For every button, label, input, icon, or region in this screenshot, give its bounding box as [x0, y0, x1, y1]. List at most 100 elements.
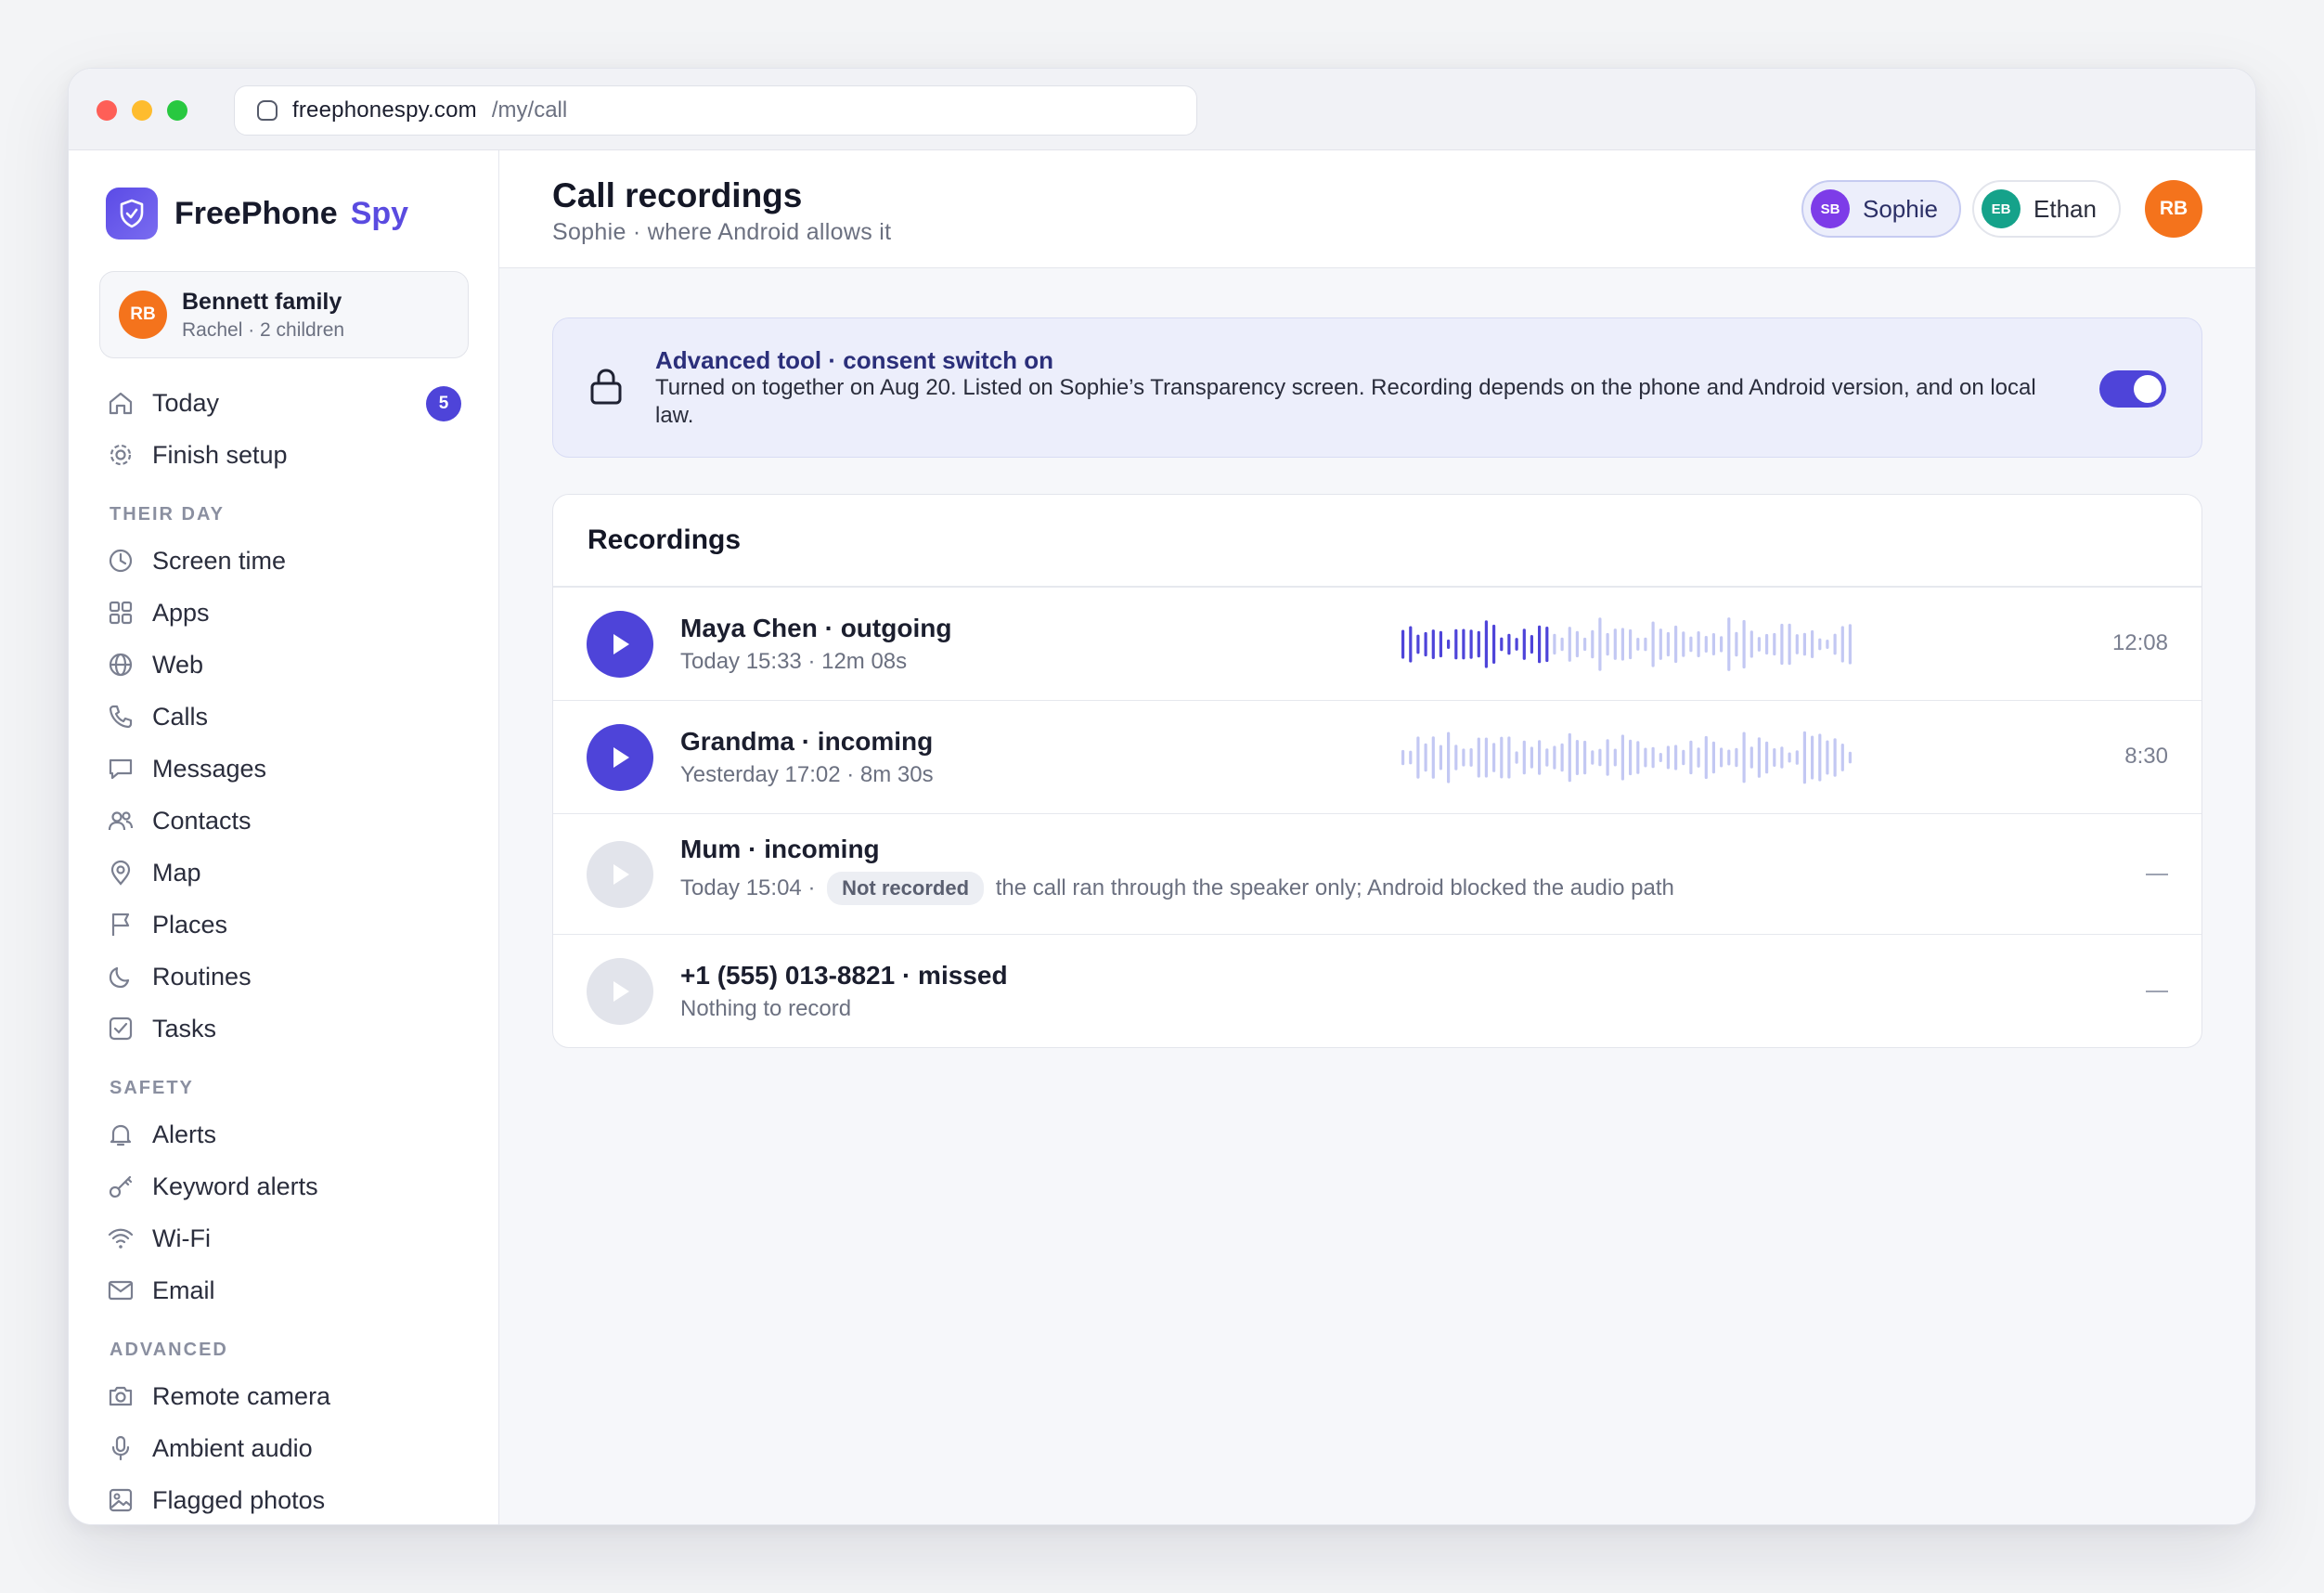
sidebar-item-places[interactable]: Places	[106, 899, 461, 951]
not-recorded-badge: Not recorded	[827, 872, 985, 905]
phone-icon	[106, 702, 136, 732]
sidebar-item-wi-fi[interactable]: Wi-Fi	[106, 1212, 461, 1264]
recording-time: Today 15:04 ·	[680, 875, 816, 900]
waveform-bar	[1591, 629, 1595, 659]
play-button[interactable]	[587, 611, 653, 678]
recording-row[interactable]: Maya Chen · outgoing Today 15:33 · 12m 0…	[553, 588, 2201, 701]
sidebar-item-flagged-photos[interactable]: Flagged photos	[106, 1474, 461, 1524]
sidebar-item-screen-time[interactable]: Screen time	[106, 535, 461, 587]
wifi-icon	[106, 1224, 136, 1253]
address-bar[interactable]: freephonespy.com /my/call	[234, 85, 1197, 136]
sidebar-item-web[interactable]: Web	[106, 639, 461, 691]
waveform-bar	[1545, 627, 1549, 663]
toggle-knob	[2134, 375, 2162, 403]
close-window-button[interactable]	[97, 100, 117, 121]
waveform-bar	[1765, 633, 1769, 655]
globe-icon	[106, 650, 136, 680]
sidebar-item-finish-setup[interactable]: Finish setup	[106, 429, 461, 481]
waveform-bar	[1788, 623, 1791, 666]
waveform-bar	[1749, 746, 1753, 769]
waveform-bar	[1477, 630, 1480, 658]
play-button-disabled	[587, 958, 653, 1025]
play-button[interactable]	[587, 724, 653, 791]
waveform-bar	[1553, 745, 1556, 770]
waveform-bar	[1522, 740, 1526, 775]
waveform-bar	[1568, 627, 1571, 662]
key-icon	[106, 1172, 136, 1201]
sidebar-item-tasks[interactable]: Tasks	[106, 1003, 461, 1055]
waveform-bar	[1545, 748, 1549, 767]
nav-section-heading: THEIR DAY	[110, 504, 225, 525]
recording-title: Grandma · incoming	[680, 727, 934, 756]
waveform-bar	[1636, 638, 1640, 651]
sidebar-item-label: Web	[152, 650, 204, 679]
sidebar-item-contacts[interactable]: Contacts	[106, 795, 461, 847]
sidebar-item-email[interactable]: Email	[106, 1264, 461, 1316]
sidebar-item-map[interactable]: Map	[106, 847, 461, 899]
brand[interactable]: FreePhone Spy	[106, 188, 408, 240]
waveform-bar	[1651, 621, 1655, 667]
maximize-window-button[interactable]	[167, 100, 187, 121]
url-domain: freephonespy.com	[292, 97, 477, 123]
waveform-bar	[1720, 747, 1724, 768]
recording-meta: Nothing to record	[680, 996, 852, 1021]
notification-count-badge: 5	[426, 386, 461, 421]
waveform-bar	[1462, 628, 1465, 660]
waveform-bar	[1697, 747, 1700, 768]
family-switcher[interactable]: RB Bennett family Rachel · 2 children	[99, 271, 469, 358]
sidebar: FreePhone Spy RB Bennett family Rachel ·…	[69, 150, 499, 1524]
waveform-bar	[1598, 617, 1602, 671]
sidebar-item-remote-camera[interactable]: Remote camera	[106, 1370, 461, 1422]
waveform-bar	[1826, 740, 1829, 775]
waveform-bar	[1773, 632, 1776, 656]
waveform-bar	[1697, 631, 1700, 657]
sidebar-item-alerts[interactable]: Alerts	[106, 1108, 461, 1160]
waveform-bar	[1682, 749, 1685, 766]
sidebar-item-label: Calls	[152, 702, 209, 731]
clock-icon	[106, 546, 136, 576]
sidebar-item-messages[interactable]: Messages	[106, 743, 461, 795]
site-info-icon[interactable]	[257, 100, 278, 121]
checkbox-icon	[106, 1014, 136, 1043]
sidebar-item-today[interactable]: Today 5	[106, 377, 461, 429]
flag-icon	[106, 910, 136, 939]
consent-toggle[interactable]	[2099, 370, 2166, 408]
waveform-bar	[1620, 734, 1624, 781]
child-chip-sophie[interactable]: SB Sophie	[1801, 180, 1961, 238]
waveform-bar	[1749, 630, 1753, 658]
sidebar-item-keyword-alerts[interactable]: Keyword alerts	[106, 1160, 461, 1212]
waveform-bar	[1454, 745, 1458, 771]
recording-row[interactable]: Grandma · incoming Yesterday 17:02 · 8m …	[553, 701, 2201, 814]
user-avatar[interactable]: RB	[2145, 180, 2202, 238]
waveform-bar	[1833, 633, 1837, 655]
family-name: Bennett family	[182, 288, 342, 315]
camera-icon	[106, 1381, 136, 1411]
waveform-bar	[1484, 737, 1488, 778]
waveform-bar	[1613, 628, 1617, 660]
minimize-window-button[interactable]	[132, 100, 152, 121]
sidebar-item-routines[interactable]: Routines	[106, 951, 461, 1003]
sidebar-item-ambient-audio[interactable]: Ambient audio	[106, 1422, 461, 1474]
waveform-bar	[1674, 745, 1678, 771]
waveform-bar	[1492, 743, 1496, 772]
family-avatar: RB	[119, 291, 167, 339]
waveform-bar	[1711, 633, 1715, 655]
recordings-card: Recordings Maya Chen · outgoing Today 15…	[552, 494, 2202, 1048]
waveform[interactable]	[1400, 612, 1854, 677]
sidebar-item-apps[interactable]: Apps	[106, 587, 461, 639]
sidebar-item-label: Routines	[152, 962, 252, 991]
waveform-bar	[1500, 637, 1504, 652]
waveform-bar	[1568, 732, 1571, 783]
sidebar-item-calls[interactable]: Calls	[106, 691, 461, 743]
waveform-bar	[1530, 746, 1533, 769]
sidebar-item-label: Keyword alerts	[152, 1172, 318, 1200]
waveform-bar	[1606, 739, 1609, 776]
waveform-bar	[1742, 732, 1746, 784]
page-header: Call recordings Sophie · where Android a…	[499, 150, 2255, 268]
microphone-icon	[106, 1433, 136, 1463]
browser-window: freephonespy.com /my/call FreePhone Spy …	[68, 68, 2256, 1525]
waveform[interactable]	[1400, 725, 1854, 790]
waveform-bar	[1742, 619, 1746, 669]
waveform-bar	[1416, 634, 1420, 654]
child-chip-ethan[interactable]: EB Ethan	[1972, 180, 2121, 238]
